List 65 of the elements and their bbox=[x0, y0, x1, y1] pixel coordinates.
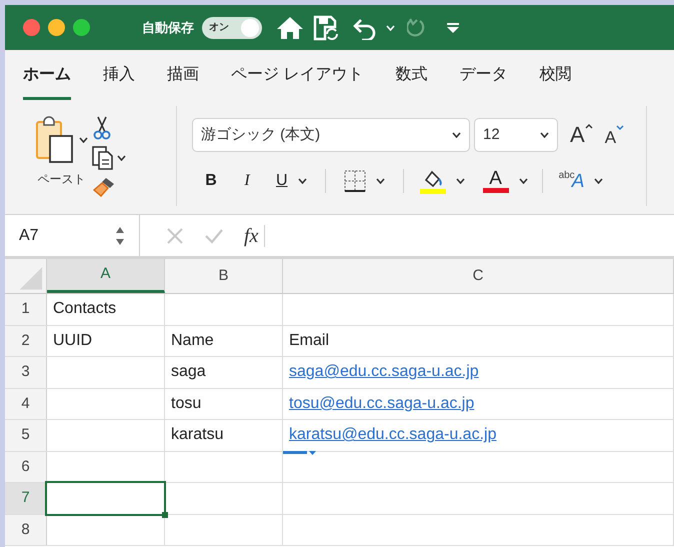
down-caret-icon bbox=[616, 124, 624, 130]
caret-icon[interactable] bbox=[117, 155, 126, 161]
column-header[interactable]: A bbox=[47, 259, 165, 293]
scissors-icon[interactable] bbox=[92, 116, 112, 140]
caret-icon[interactable] bbox=[540, 132, 549, 138]
minimize-button[interactable] bbox=[48, 19, 65, 36]
check-icon[interactable] bbox=[204, 226, 224, 244]
ribbon-tab[interactable]: データ bbox=[459, 50, 508, 100]
bold-button[interactable]: B bbox=[202, 169, 220, 193]
save-sync-icon[interactable] bbox=[312, 14, 340, 42]
ribbon-tab[interactable]: 挿入 bbox=[103, 50, 135, 100]
paste-icon[interactable] bbox=[35, 116, 75, 164]
email-link[interactable]: tosu@edu.cc.saga-u.ac.jp bbox=[289, 392, 474, 416]
font-color-button[interactable]: A bbox=[482, 169, 509, 193]
borders-icon[interactable] bbox=[344, 170, 366, 192]
caret-icon[interactable] bbox=[452, 132, 461, 138]
table-cell: karatsu bbox=[165, 420, 283, 450]
email-link[interactable]: karatsu@edu.cc.saga-u.ac.jp bbox=[289, 423, 496, 448]
font-size-dropdown[interactable]: 12 bbox=[474, 118, 558, 152]
row-header[interactable]: 6 bbox=[5, 452, 47, 482]
table-cell: Email bbox=[283, 326, 674, 356]
table-cell: Name bbox=[165, 326, 283, 356]
customize-toolbar-icon[interactable] bbox=[447, 22, 459, 32]
italic-button[interactable]: I bbox=[238, 169, 256, 193]
fill-color-icon[interactable] bbox=[420, 168, 446, 194]
row-header[interactable]: 8 bbox=[5, 514, 47, 545]
caret-icon[interactable] bbox=[376, 178, 385, 184]
row-header[interactable]: 1 bbox=[5, 294, 47, 324]
home-icon[interactable] bbox=[276, 14, 304, 40]
row-header[interactable]: 4 bbox=[5, 388, 47, 419]
row-header[interactable]: 5 bbox=[5, 420, 47, 450]
up-caret-icon bbox=[584, 124, 593, 129]
row-header[interactable]: 2 bbox=[5, 326, 47, 356]
insert-function-button[interactable]: fx bbox=[244, 220, 258, 250]
format-painter-icon[interactable] bbox=[92, 176, 116, 198]
email-link[interactable]: saga@edu.cc.saga-u.ac.jp bbox=[289, 360, 479, 384]
font-name-dropdown[interactable]: 游ゴシック (本文) bbox=[192, 118, 470, 152]
row-header[interactable]: 7 bbox=[5, 483, 47, 514]
stepper-icon[interactable] bbox=[115, 226, 125, 246]
table-cell: tosu bbox=[165, 388, 283, 419]
table-cell: Contacts bbox=[47, 294, 165, 324]
autocorrect-options-icon[interactable] bbox=[283, 450, 317, 456]
increase-font-size-button[interactable]: A bbox=[570, 124, 593, 146]
column-header[interactable]: B bbox=[165, 259, 283, 293]
autosave-toggle[interactable]: オン bbox=[202, 16, 262, 38]
decrease-font-size-button[interactable]: A bbox=[604, 124, 624, 146]
table-cell: UUID bbox=[47, 326, 165, 356]
ribbon-tab[interactable]: 校閲 bbox=[539, 50, 572, 100]
column-header[interactable]: C bbox=[283, 259, 674, 293]
caret-icon[interactable] bbox=[298, 178, 307, 184]
ribbon-tab[interactable]: 描画 bbox=[167, 50, 199, 100]
paste-label: ペースト bbox=[38, 171, 86, 188]
autosave-label: 自動保存 bbox=[142, 18, 194, 37]
copy-icon[interactable] bbox=[92, 146, 114, 170]
caret-icon[interactable] bbox=[79, 137, 88, 143]
row-header[interactable]: 3 bbox=[5, 357, 47, 388]
underline-button[interactable]: U bbox=[276, 169, 288, 193]
table-cell: saga bbox=[165, 357, 283, 388]
ribbon-tab[interactable]: ページ レイアウト bbox=[231, 50, 364, 100]
ribbon-tab[interactable]: 数式 bbox=[395, 50, 428, 100]
caret-icon[interactable] bbox=[594, 178, 604, 184]
name-box[interactable]: A7 bbox=[5, 215, 140, 256]
caret-icon[interactable] bbox=[456, 178, 465, 184]
caret-icon[interactable] bbox=[518, 178, 528, 184]
zoom-button[interactable] bbox=[73, 19, 90, 36]
